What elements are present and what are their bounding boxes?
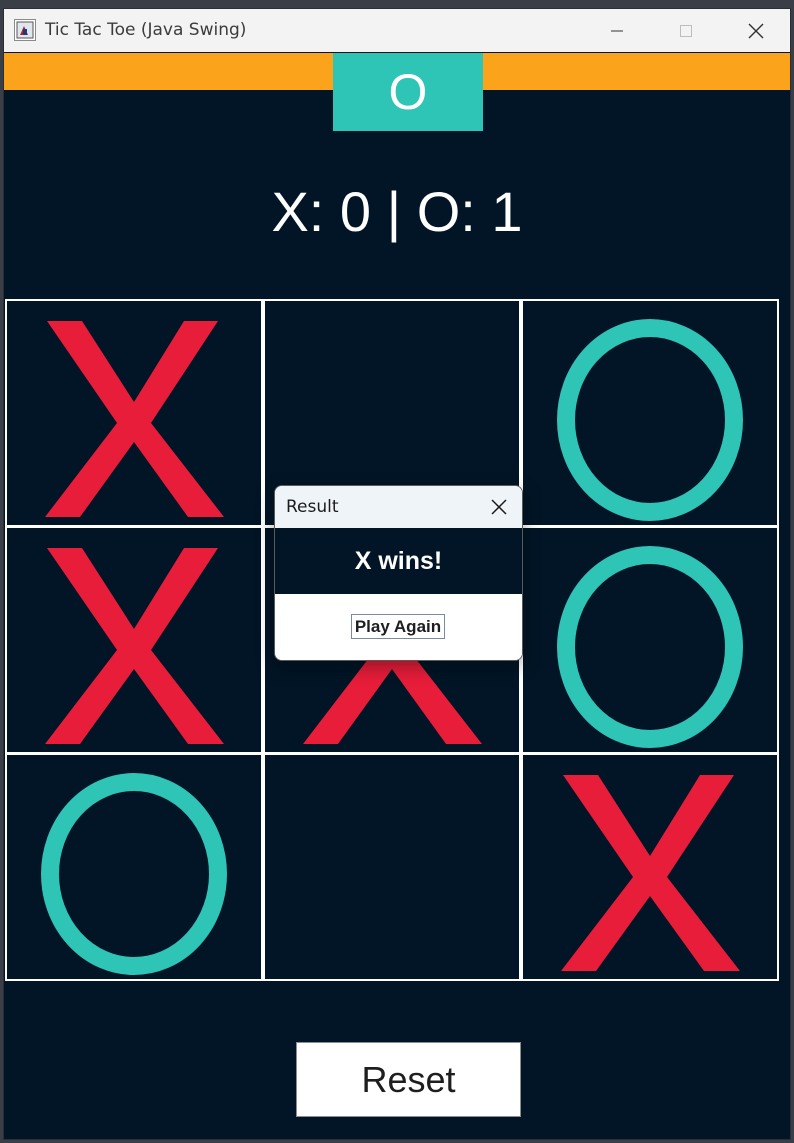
minimize-icon [611,30,623,31]
play-again-button[interactable]: Play Again [351,614,445,639]
maximize-icon [680,24,692,37]
result-message: X wins! [275,528,522,594]
dialog-title-bar[interactable]: Result [275,486,522,528]
result-dialog: Result X wins! Play Again [274,485,523,661]
turn-indicator: O [333,53,483,131]
minimize-button[interactable] [583,9,651,52]
board-cell[interactable] [5,526,263,754]
board-cell[interactable] [521,753,779,981]
dialog-close-button[interactable] [486,494,512,520]
app-window: Tic Tac Toe (Java Swing) O X: 0 | O: 1 R… [3,8,791,1140]
java-app-icon [14,19,36,41]
reset-button[interactable]: Reset [296,1042,521,1117]
title-bar[interactable]: Tic Tac Toe (Java Swing) [4,9,790,52]
close-icon [491,499,507,515]
o-mark [557,319,743,521]
board-cell[interactable] [5,299,263,527]
dialog-title: Result [286,497,339,517]
dialog-footer: Play Again [275,594,522,660]
close-icon [748,23,764,38]
scoreboard: X: 0 | O: 1 [271,180,523,243]
board-cell[interactable] [263,753,521,981]
board-cell[interactable] [521,526,779,754]
x-mark [45,548,224,744]
o-mark [41,773,227,975]
board-cell[interactable] [5,753,263,981]
x-mark [45,321,224,517]
window-title: Tic Tac Toe (Java Swing) [45,20,247,40]
board-cell[interactable] [521,299,779,527]
close-button[interactable] [722,9,790,52]
maximize-button[interactable] [652,9,720,52]
o-mark [557,546,743,748]
x-mark [561,775,740,971]
